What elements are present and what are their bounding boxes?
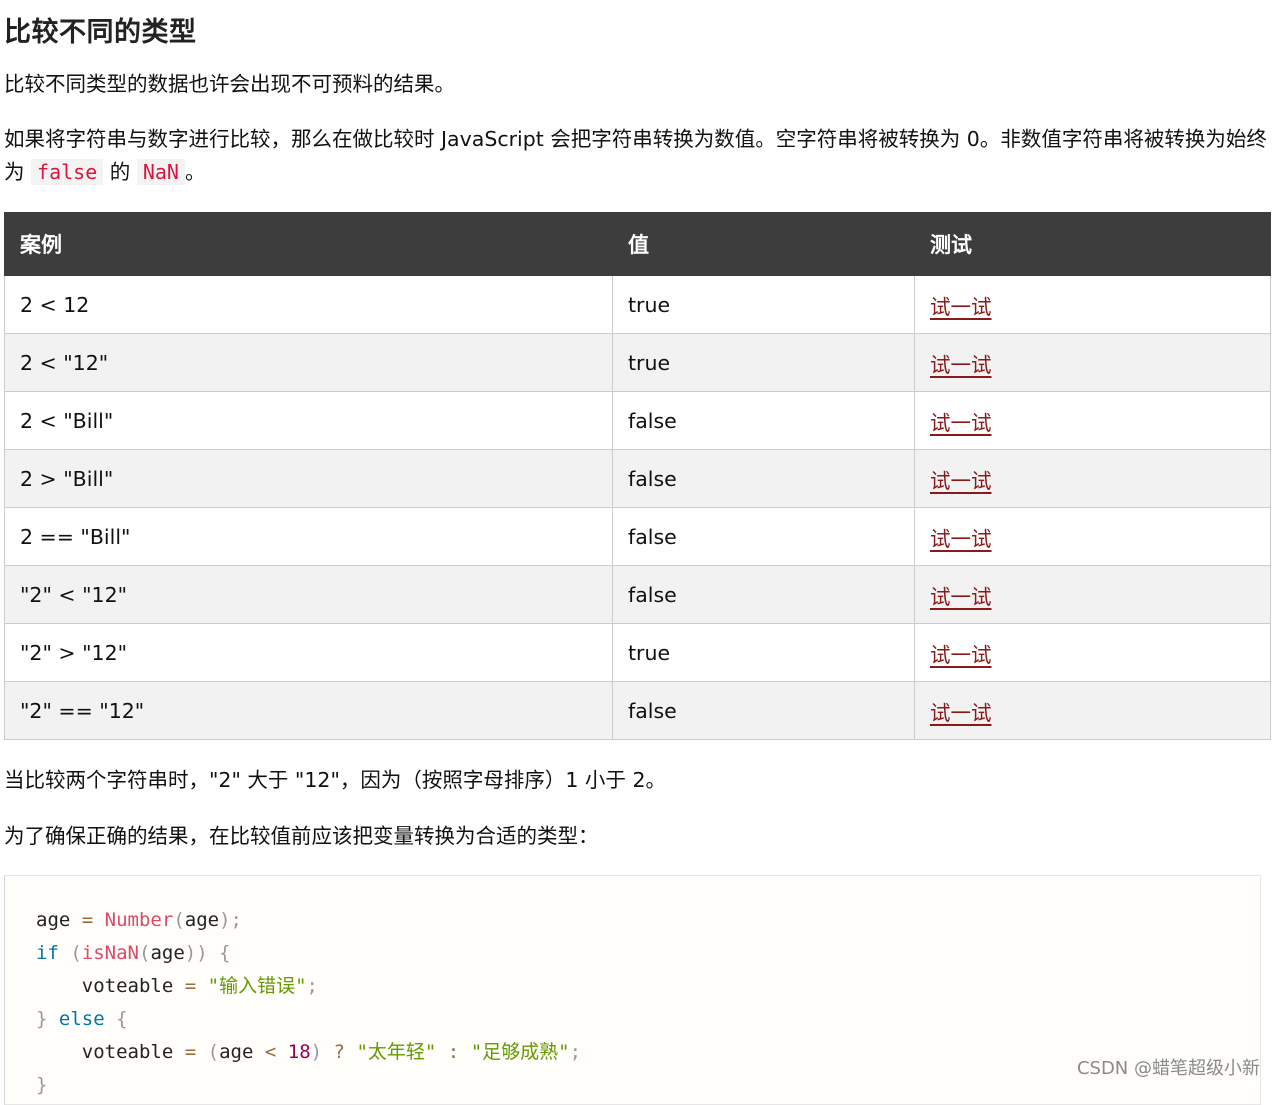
nan-code: NaN (136, 159, 185, 185)
table-row: 2 < 12 true 试一试 (4, 275, 1271, 334)
header-value: 值 (612, 212, 915, 276)
table-row: 2 > "Bill" false 试一试 (4, 449, 1271, 508)
conversion-paragraph: 如果将字符串与数字进行比较，那么在做比较时 JavaScript 会把字符串转换… (4, 123, 1270, 189)
test-cell: 试一试 (914, 449, 1271, 508)
try-it-link[interactable]: 试一试 (930, 585, 992, 609)
case-cell: "2" > "12" (4, 623, 613, 682)
case-cell: 2 < "12" (4, 333, 613, 392)
conversion-text-of: 的 (109, 160, 131, 184)
table-row: "2" > "12" true 试一试 (4, 623, 1271, 682)
table-row: "2" == "12" false 试一试 (4, 681, 1271, 740)
value-cell: false (612, 681, 915, 740)
case-cell: 2 < "Bill" (4, 391, 613, 450)
table-row: 2 < "Bill" false 试一试 (4, 391, 1271, 450)
try-it-link[interactable]: 试一试 (930, 527, 992, 551)
value-cell: false (612, 391, 915, 450)
table-row: 2 == "Bill" false 试一试 (4, 507, 1271, 566)
try-it-link[interactable]: 试一试 (930, 295, 992, 319)
test-cell: 试一试 (914, 565, 1271, 624)
test-cell: 试一试 (914, 623, 1271, 682)
header-case: 案例 (4, 212, 613, 276)
conversion-text-end: 。 (184, 160, 206, 184)
try-it-link[interactable]: 试一试 (930, 643, 992, 667)
try-it-link[interactable]: 试一试 (930, 469, 992, 493)
test-cell: 试一试 (914, 333, 1271, 392)
case-cell: 2 < 12 (4, 275, 613, 334)
case-cell: 2 == "Bill" (4, 507, 613, 566)
try-it-link[interactable]: 试一试 (930, 411, 992, 435)
value-cell: true (612, 333, 915, 392)
header-test: 测试 (914, 212, 1271, 276)
value-cell: false (612, 449, 915, 508)
test-cell: 试一试 (914, 275, 1271, 334)
case-cell: "2" == "12" (4, 681, 613, 740)
csdn-watermark: CSDN @蜡笔超级小新 (1076, 1058, 1260, 1079)
value-cell: false (612, 507, 915, 566)
table-row: 2 < "12" true 试一试 (4, 333, 1271, 392)
section-heading: 比较不同的类型 (4, 17, 197, 48)
article: 比较不同的类型 比较不同类型的数据也许会出现不可预料的结果。 如果将字符串与数字… (4, 0, 1271, 1105)
code-string-mature: "足够成熟" (470, 1041, 570, 1063)
try-it-link[interactable]: 试一试 (930, 353, 992, 377)
value-cell: true (612, 623, 915, 682)
test-cell: 试一试 (914, 681, 1271, 740)
string-compare-paragraph: 当比较两个字符串时，"2" 大于 "12"，因为（按照字母排序）1 小于 2。 (4, 768, 666, 792)
table-row: "2" < "12" false 试一试 (4, 565, 1271, 624)
intro-paragraph: 比较不同类型的数据也许会出现不可预料的结果。 (4, 72, 455, 96)
value-cell: true (612, 275, 915, 334)
code-string-input-error: "输入错误" (207, 975, 307, 997)
test-cell: 试一试 (914, 391, 1271, 450)
test-cell: 试一试 (914, 507, 1271, 566)
try-it-link[interactable]: 试一试 (930, 701, 992, 725)
code-string-too-young: "太年轻" (356, 1041, 437, 1063)
comparison-table: 案例 值 测试 2 < 12 true 试一试 2 < "12" true 试一… (4, 212, 1271, 740)
conversion-advice-paragraph: 为了确保正确的结果，在比较值前应该把变量转换为合适的类型： (4, 824, 599, 848)
case-cell: 2 > "Bill" (4, 449, 613, 508)
value-cell: false (612, 565, 915, 624)
code-number-18: 18 (287, 1041, 311, 1063)
case-cell: "2" < "12" (4, 565, 613, 624)
false-code: false (31, 159, 104, 185)
code-example: age = Number(age); if (isNaN(age)) { vot… (4, 875, 1261, 1105)
table-header-row: 案例 值 测试 (4, 212, 1271, 276)
